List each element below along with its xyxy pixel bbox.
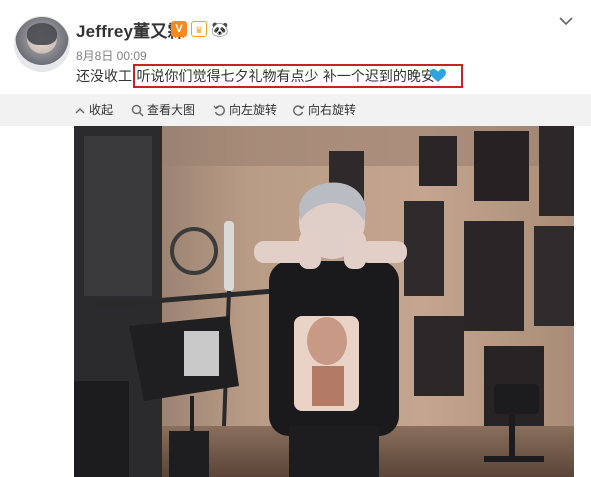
post-date[interactable]: 8月8日 00:09 — [76, 47, 147, 64]
view-large-button[interactable]: 查看大图 — [131, 102, 195, 118]
collapse-button[interactable]: 收起 — [74, 102, 113, 118]
rotate-left-label: 向左旋转 — [229, 103, 278, 117]
rotate-left-icon — [213, 105, 225, 116]
image-toolbar: 收起 查看大图 向左旋转 向右旋转 — [0, 94, 591, 126]
view-large-label: 查看大图 — [147, 103, 196, 117]
collapse-icon — [75, 108, 85, 114]
rotate-right-label: 向右旋转 — [308, 103, 357, 117]
recording-studio-photo — [74, 126, 574, 477]
post-text-prefix: 还没收工 — [76, 69, 132, 85]
post-photo[interactable] — [74, 126, 574, 477]
rotate-right-button[interactable]: 向右旋转 — [292, 102, 356, 118]
post-header: Jeffrey董又霖 V ♛ 🐼 8月8日 00:09 还没收工 听说你们觉得七… — [0, 0, 591, 94]
panda-badge-icon[interactable]: 🐼 — [211, 21, 228, 37]
rotate-right-icon — [293, 105, 305, 116]
avatar[interactable] — [14, 16, 70, 72]
vip-badge-icon[interactable]: ♛ — [191, 21, 207, 37]
search-icon — [131, 104, 144, 117]
verified-badge-icon[interactable]: V — [171, 21, 187, 37]
highlight-box — [133, 64, 463, 88]
rotate-left-button[interactable]: 向左旋转 — [213, 102, 277, 118]
collapse-label: 收起 — [89, 103, 114, 117]
username[interactable]: Jeffrey董又霖 — [76, 17, 185, 42]
chevron-down-icon[interactable] — [557, 12, 575, 30]
